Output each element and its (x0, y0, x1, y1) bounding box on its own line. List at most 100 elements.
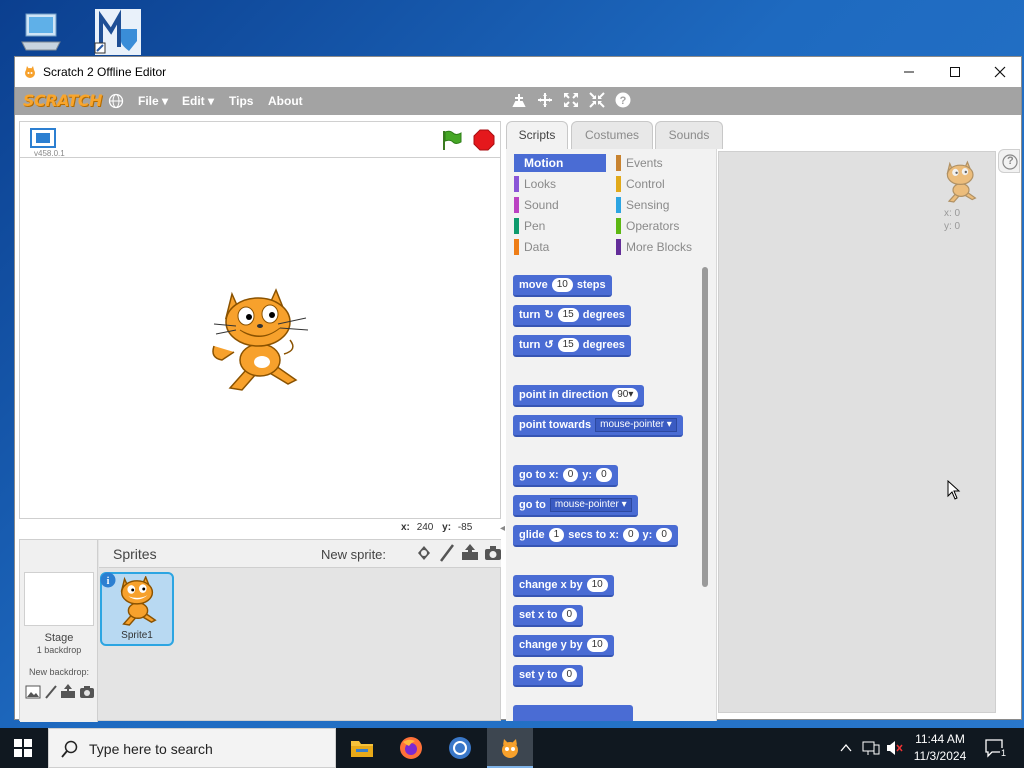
block-turn-left-input[interactable]: 15 (557, 338, 579, 352)
firefox-icon[interactable] (399, 736, 423, 760)
clock-time[interactable]: 11:44 AM (912, 732, 968, 746)
category-sound[interactable]: Sound (514, 196, 604, 214)
file-explorer-icon[interactable] (350, 737, 374, 759)
block-direction-input[interactable]: 90▾ (612, 388, 639, 402)
help-tool-icon[interactable]: ? (614, 92, 632, 110)
block-go-to-xy[interactable]: go to x: 0 y: 0 (513, 465, 618, 487)
collapse-stage-icon[interactable]: ◂ (500, 523, 505, 534)
block-move[interactable]: move 10 steps (513, 275, 612, 297)
edit-menu[interactable]: Edit ▾ (182, 94, 214, 108)
chrome-icon[interactable] (448, 736, 472, 760)
stage-backdrop-count: 1 backdrop (36, 645, 82, 655)
block-set-x[interactable]: set x to 0 (513, 605, 584, 627)
scratch-cat-icon (23, 65, 37, 79)
block-change-x-input[interactable]: 10 (586, 578, 608, 592)
backdrop-library-icon[interactable] (25, 685, 41, 699)
shortcut-icon[interactable] (93, 7, 143, 57)
block-set-y-label: set y to (519, 669, 558, 681)
grow-tool-icon[interactable] (562, 92, 580, 110)
category-motion[interactable]: Motion (514, 154, 606, 172)
block-set-y-input[interactable]: 0 (561, 668, 578, 682)
category-operators[interactable]: Operators (616, 217, 706, 235)
file-menu[interactable]: File ▾ (138, 94, 168, 108)
stage-canvas[interactable] (19, 157, 501, 519)
upload-sprite-icon[interactable] (461, 543, 479, 561)
block-go-x-input[interactable]: 0 (562, 468, 579, 482)
script-area[interactable]: x: 0 y: 0 (718, 151, 996, 754)
category-data[interactable]: Data (514, 238, 604, 256)
block-turn-right-input[interactable]: 15 (557, 308, 579, 322)
stage-coordinates: x: 240 y: -85 (401, 522, 472, 533)
tips-menu[interactable]: Tips (229, 94, 253, 108)
chevron-up-icon[interactable] (840, 742, 852, 754)
sprite1-thumbnail[interactable]: i Sprite1 (100, 572, 174, 646)
block-move-input[interactable]: 10 (551, 278, 573, 292)
shrink-tool-icon[interactable] (588, 92, 606, 110)
title-bar: Scratch 2 Offline Editor (15, 57, 1021, 87)
palette-scrollbar[interactable] (702, 267, 708, 587)
green-flag-icon[interactable] (440, 129, 462, 151)
paint-backdrop-icon[interactable] (44, 685, 58, 699)
scratch-taskbar-button[interactable] (487, 728, 533, 768)
block-glide-y-input[interactable]: 0 (656, 528, 672, 542)
category-color-bar (514, 176, 519, 192)
move-tool-icon[interactable] (536, 92, 554, 110)
block-go-to[interactable]: go to mouse-pointer ▾ (513, 495, 638, 517)
scratch-cat-sprite[interactable] (210, 288, 310, 392)
help-button[interactable]: ? (998, 149, 1020, 173)
block-steps-label: steps (576, 279, 606, 291)
tab-scripts[interactable]: Scripts (506, 121, 568, 151)
block-point-in-direction[interactable]: point in direction 90▾ (513, 385, 645, 407)
maximize-button[interactable] (932, 57, 978, 87)
minimize-button[interactable] (886, 57, 932, 87)
block-point-towards[interactable]: point towards mouse-pointer ▾ (513, 415, 683, 437)
category-events[interactable]: Events (616, 154, 706, 172)
block-glide[interactable]: glide 1 secs to x: 0 y: 0 (513, 525, 678, 547)
category-looks[interactable]: Looks (514, 175, 604, 193)
block-glide-x-input[interactable]: 0 (622, 528, 639, 542)
block-turn-left-degrees: degrees (582, 339, 625, 351)
sprite-library-icon[interactable] (415, 544, 433, 562)
paint-sprite-icon[interactable] (439, 544, 455, 562)
category-sensing[interactable]: Sensing (616, 196, 706, 214)
camera-sprite-icon[interactable] (484, 545, 502, 561)
block-move-label: move (519, 279, 548, 291)
globe-icon[interactable] (108, 93, 124, 109)
block-change-y-input[interactable]: 10 (586, 638, 608, 652)
this-pc-icon[interactable] (16, 8, 66, 58)
tab-costumes[interactable]: Costumes (571, 121, 653, 149)
rotate-left-icon: ↺ (544, 339, 554, 351)
block-turn-right-degrees: degrees (582, 309, 625, 321)
network-icon[interactable] (862, 740, 880, 756)
volume-muted-icon[interactable] (886, 740, 904, 756)
category-pen[interactable]: Pen (514, 217, 604, 235)
camera-backdrop-icon[interactable] (79, 685, 95, 699)
upload-backdrop-icon[interactable] (60, 683, 76, 699)
stop-icon[interactable] (473, 129, 495, 151)
stage-thumbnail[interactable] (24, 572, 94, 626)
category-control[interactable]: Control (616, 175, 706, 193)
block-glide-secs-input[interactable]: 1 (548, 528, 565, 542)
windows-start-icon[interactable] (14, 739, 32, 757)
close-button[interactable] (977, 57, 1023, 87)
about-menu[interactable]: About (268, 94, 303, 108)
block-set-y[interactable]: set y to 0 (513, 665, 584, 687)
block-go-to-dropdown[interactable]: mouse-pointer ▾ (549, 498, 632, 512)
block-turn-right[interactable]: turn ↻ 15 degrees (513, 305, 631, 327)
duplicate-tool-icon[interactable] (510, 92, 528, 110)
tab-sounds[interactable]: Sounds (655, 121, 723, 149)
block-partial[interactable] (513, 705, 633, 721)
presentation-mode-icon[interactable] (30, 128, 56, 148)
block-change-x[interactable]: change x by 10 (513, 575, 614, 597)
block-go-y-input[interactable]: 0 (596, 468, 612, 482)
clock-date[interactable]: 11/3/2024 (910, 749, 970, 763)
block-turn-left[interactable]: turn ↺ 15 degrees (513, 335, 631, 357)
go-to-option: mouse-pointer (554, 499, 619, 510)
taskbar-search-box[interactable]: Type here to search (48, 728, 336, 768)
category-color-bar (616, 239, 621, 255)
scratch-logo[interactable]: SCRATCH (23, 91, 102, 111)
block-set-x-input[interactable]: 0 (561, 608, 578, 622)
category-more-blocks[interactable]: More Blocks (616, 238, 706, 256)
block-point-towards-dropdown[interactable]: mouse-pointer ▾ (595, 418, 677, 432)
block-change-y[interactable]: change y by 10 (513, 635, 614, 657)
